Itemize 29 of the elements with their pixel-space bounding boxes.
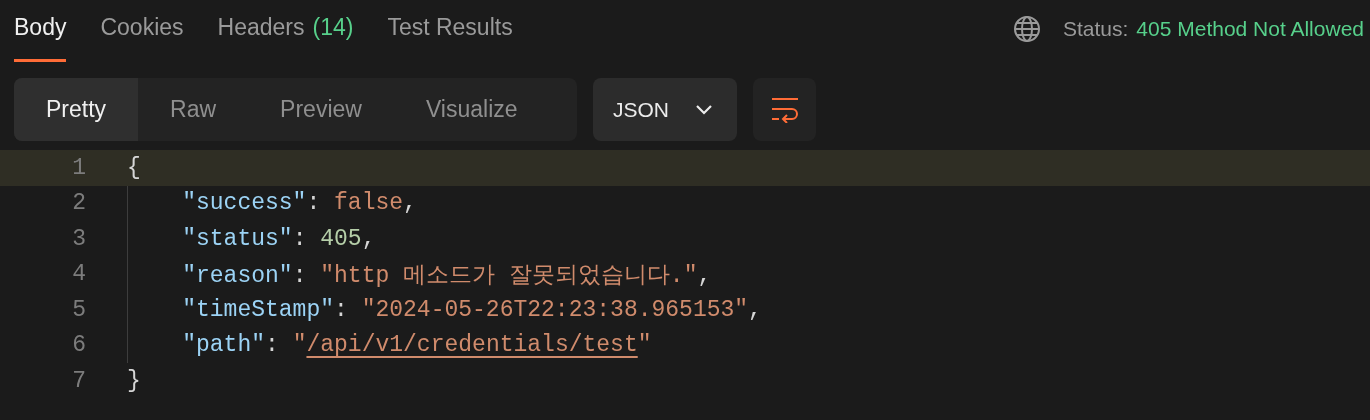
status-label: Status: [1062, 17, 1129, 41]
code-line: 5 "timeStamp": "2024-05-26T22:23:38.965153", [0, 292, 1370, 328]
line-number: 3 [71, 225, 86, 252]
path-link[interactable]: /api/v1/credentials/test [306, 332, 638, 359]
view-mode-tab[interactable]: Preview [248, 78, 394, 141]
response-tab[interactable]: Cookies [100, 0, 184, 62]
line-number: 6 [71, 332, 86, 359]
view-mode-tab[interactable]: Pretty [14, 78, 139, 141]
view-mode-tab[interactable]: Visualize [393, 78, 550, 141]
code-line: 7 } [0, 363, 1370, 399]
line-number: 4 [71, 261, 86, 288]
code-line: 3 "status": 405, [0, 221, 1370, 257]
response-tab[interactable]: Test Results [387, 0, 513, 62]
format-dropdown[interactable]: JSON [593, 78, 737, 141]
wrap-lines-icon [769, 96, 800, 123]
globe-icon[interactable] [1012, 15, 1041, 43]
code-line: 4 "reason": "http 메소드가 잘못되었습니다.", [0, 256, 1370, 292]
wrap-lines-button[interactable] [753, 78, 816, 141]
view-mode-tab[interactable]: Raw [138, 78, 249, 141]
code-line: 2 "success": false, [0, 185, 1370, 221]
line-number: 5 [71, 296, 86, 323]
response-tab[interactable]: Body [14, 0, 67, 62]
line-number: 7 [71, 367, 86, 394]
status-value: 405 Method Not Allowed [1136, 17, 1364, 41]
chevron-down-icon [695, 103, 713, 116]
code-line: 6 "path": "/api/v1/credentials/test" [0, 327, 1370, 363]
response-tab[interactable]: Headers (14) [217, 0, 354, 62]
line-number: 1 [71, 154, 86, 181]
line-number: 2 [71, 190, 86, 217]
